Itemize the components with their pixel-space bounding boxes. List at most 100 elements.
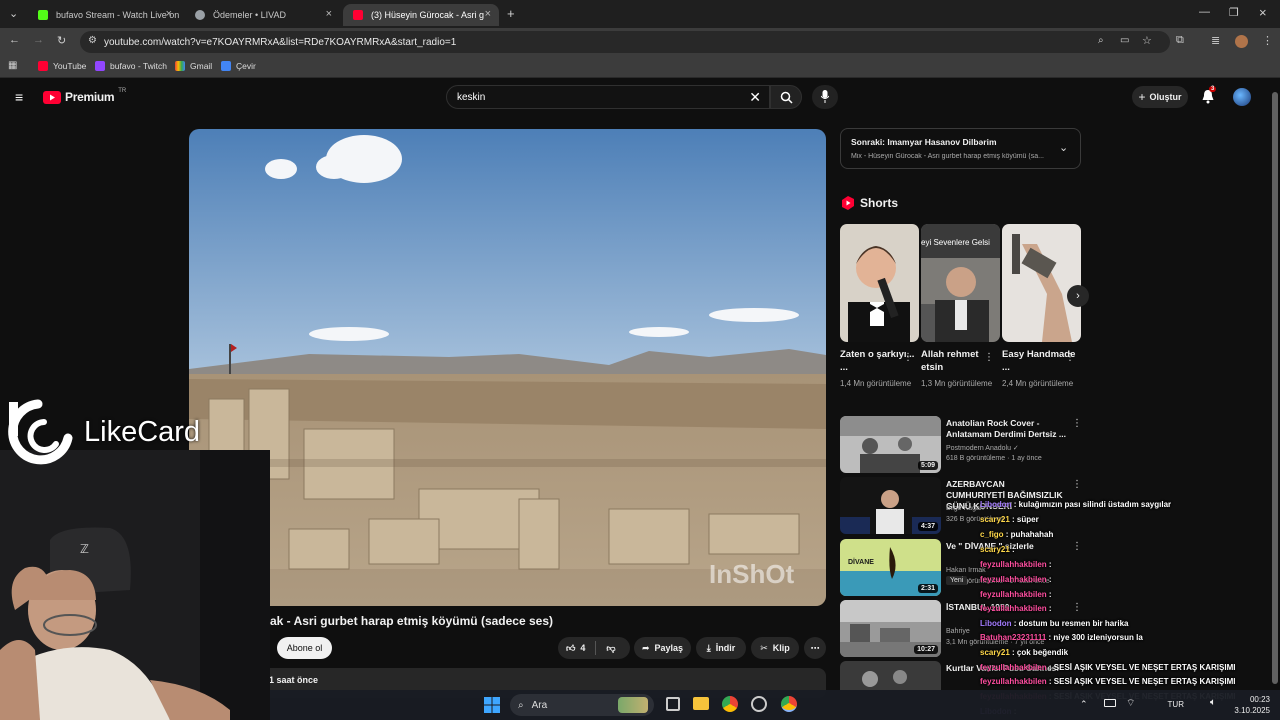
more-actions-button[interactable]: ⋯ — [804, 637, 826, 659]
bookmark-star-icon[interactable]: ☆ — [1142, 34, 1152, 47]
up-next-panel[interactable]: Sonraki: Imamyar Hasanov Dilbərim Mix - … — [840, 128, 1081, 169]
chat-message: scary21 : süper — [980, 515, 1039, 524]
network-icon[interactable]: ⌔ — [1126, 697, 1135, 710]
battery-icon[interactable] — [1104, 699, 1116, 707]
chrome-icon[interactable] — [722, 696, 738, 712]
short-views: 1,3 Mn görüntüleme — [921, 379, 993, 388]
bookmark-twitch[interactable]: bufavo - Twitch — [95, 61, 167, 71]
more-vertical-icon[interactable]: ⋮ — [1072, 602, 1082, 613]
system-clock[interactable]: 00:23 3.10.2025 — [1234, 694, 1270, 716]
recommendation-thumbnail[interactable] — [840, 661, 941, 690]
taskbar-search[interactable]: ⌕ Ara — [510, 694, 654, 716]
address-bar[interactable]: ⚙ youtube.com/watch?v=e7KOAYRMRxA&list=R… — [80, 31, 1170, 53]
search-button[interactable] — [770, 85, 802, 109]
likecard-brand-text: LikeCard — [84, 415, 201, 448]
recommendation-thumbnail[interactable]: 10:27 — [840, 600, 941, 657]
recommendation-thumbnail[interactable]: 5:09 — [840, 416, 941, 473]
tab-youtube[interactable]: (3) Hüseyin Gürocak - Asri g × — [343, 4, 499, 26]
chat-message: feyzullahhakbilen : SESİ AŞIK VEYSEL VE … — [980, 677, 1235, 686]
back-icon[interactable]: ← — [9, 34, 20, 46]
voice-search-button[interactable] — [812, 85, 838, 109]
microphone-icon — [821, 90, 829, 103]
tab-kick[interactable]: bufavo Stream - Watch Live on × — [28, 4, 180, 26]
short-item[interactable]: Zaten o şarkıyı... ... 1,4 Mn görüntülem… — [840, 224, 919, 389]
recommendation-meta: 618 B görüntüleme · 1 ay önce — [946, 455, 1042, 462]
restore-icon[interactable]: ❐ — [1229, 6, 1239, 19]
short-item[interactable]: eyi Sevenlere Gelsi Allah rehmet etsin 1… — [921, 224, 1000, 389]
share-arrow-icon: ➦ — [641, 642, 650, 653]
extensions-icon[interactable]: ⧉ — [1176, 34, 1184, 47]
more-vertical-icon[interactable]: ⋮ — [1072, 418, 1082, 429]
input-language[interactable]: TUR — [1168, 700, 1184, 709]
search-input[interactable]: keskin ✕ — [446, 85, 770, 109]
chat-text: : SESİ AŞIK VEYSEL VE NEŞET ERTAŞ KARIŞI… — [1046, 663, 1236, 672]
close-icon[interactable]: × — [485, 8, 491, 20]
profile-avatar[interactable] — [1235, 35, 1248, 48]
more-vertical-icon[interactable]: ⋮ — [1065, 352, 1075, 363]
clear-search-icon[interactable]: ✕ — [749, 89, 761, 106]
notifications-button[interactable]: 3 — [1201, 86, 1217, 109]
more-vertical-icon[interactable]: ⋮ — [903, 352, 913, 363]
shorts-next-button[interactable]: › — [1067, 285, 1089, 307]
bookmarks-bar: ▦ YouTube bufavo - Twitch Gmail Çevir — [0, 56, 1280, 78]
scrollbar-thumb[interactable] — [1272, 92, 1278, 684]
short-item[interactable]: Easy Handmade ... 2,4 Mn görüntüleme ⋮ — [1002, 224, 1081, 389]
recommendation-thumbnail[interactable]: 4:37 — [840, 477, 941, 534]
account-avatar[interactable] — [1233, 88, 1251, 106]
video-frame-landscape — [189, 129, 826, 606]
more-vertical-icon[interactable]: ⋮ — [984, 352, 994, 363]
like-button[interactable]: 👍︎ 4 — [566, 643, 585, 654]
tray-chevron-icon[interactable]: ⌃ — [1080, 699, 1088, 710]
forward-icon[interactable]: → — [33, 34, 44, 46]
share-label: Paylaş — [654, 643, 684, 653]
close-icon[interactable]: × — [326, 8, 332, 20]
minimize-icon[interactable]: — — [1199, 6, 1210, 18]
subscribe-button[interactable]: Abone ol — [277, 637, 332, 659]
file-explorer-icon[interactable] — [693, 697, 709, 710]
tab-livad[interactable]: Ödemeler • LIVAD × — [185, 4, 340, 26]
task-view-icon[interactable] — [666, 697, 680, 711]
clip-button[interactable]: ✂ Klip — [751, 637, 799, 659]
video-duration: 4:37 — [917, 522, 938, 531]
apps-grid-icon[interactable]: ▦ — [8, 60, 17, 71]
new-tab-icon[interactable]: + — [507, 6, 515, 21]
recommendation-thumbnail[interactable]: DİVANE 2:31 — [840, 539, 941, 596]
shorts-heading: Shorts — [842, 196, 898, 210]
chrome-menu-icon[interactable]: ⋮ — [1262, 34, 1273, 47]
start-button[interactable] — [484, 697, 500, 718]
speaker-icon[interactable]: 🔈︎ — [1210, 697, 1216, 708]
zoom-icon[interactable]: ⌕ — [1098, 35, 1104, 46]
cast-icon[interactable]: ▭ — [1120, 35, 1129, 46]
more-vertical-icon[interactable]: ⋮ — [1072, 479, 1082, 490]
short-thumbnail[interactable] — [840, 224, 919, 342]
chat-message: scary21 : — [980, 545, 1015, 554]
share-button[interactable]: ➦ Paylaş — [634, 637, 691, 659]
chat-username: feyzullahhakbilen — [980, 663, 1047, 672]
media-control-icon[interactable]: ≣ — [1211, 34, 1220, 47]
short-thumbnail[interactable]: eyi Sevenlere Gelsi — [921, 224, 1000, 342]
recording-app-icon[interactable] — [751, 696, 767, 712]
create-button[interactable]: + Oluştur — [1132, 86, 1188, 108]
close-icon[interactable]: × — [166, 8, 172, 20]
recommendation-item[interactable]: 5:09 Anatolian Rock Cover - Anlatamam De… — [840, 416, 1082, 474]
close-window-icon[interactable]: × — [1259, 5, 1267, 20]
bookmark-youtube[interactable]: YouTube — [38, 61, 86, 71]
chrome-active-icon[interactable] — [781, 696, 797, 712]
youtube-logo[interactable]: Premium TR — [43, 88, 126, 104]
hamburger-menu-icon[interactable]: ≡ — [15, 89, 23, 105]
video-player[interactable]: InShOt — [189, 129, 826, 606]
short-thumbnail[interactable] — [1002, 224, 1081, 342]
reload-icon[interactable]: ↻ — [57, 34, 66, 47]
globe-icon — [195, 10, 205, 20]
dislike-button[interactable]: 👎︎ — [606, 643, 615, 654]
site-info-icon[interactable]: ⚙ — [88, 35, 97, 46]
thumbs-up-icon: 👍︎ — [566, 642, 576, 653]
chat-username: Batuhan23231111 — [980, 633, 1047, 642]
page-scrollbar[interactable] — [1270, 80, 1280, 690]
tab-list-icon[interactable]: ⌄ — [9, 7, 18, 20]
bookmark-gmail[interactable]: Gmail — [175, 61, 212, 71]
chevron-down-icon[interactable]: ⌄ — [1059, 141, 1068, 154]
download-button[interactable]: ⤓ İndir — [696, 637, 746, 659]
more-vertical-icon[interactable]: ⋮ — [1072, 541, 1082, 552]
bookmark-translate[interactable]: Çevir — [221, 61, 256, 71]
